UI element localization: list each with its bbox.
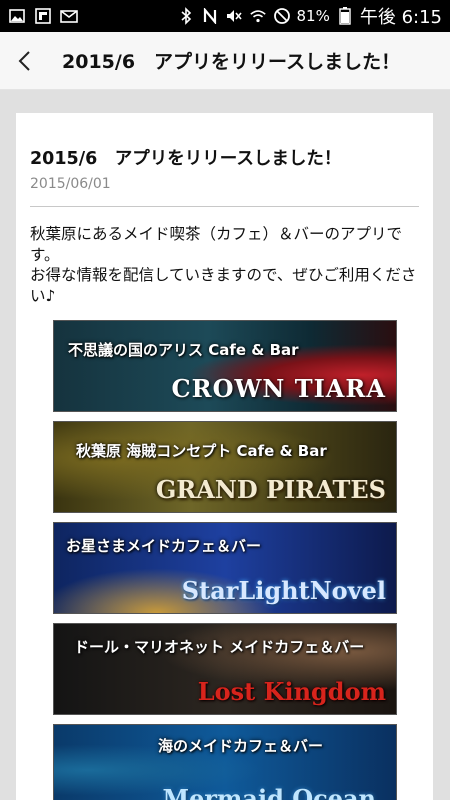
header-title: 2015/6 アプリをリリースしました！ [62, 51, 401, 73]
article-card: 2015/6 アプリをリリースしました！ 2015/06/01 秋葉原にあるメイ… [16, 113, 433, 800]
image-icon [8, 7, 26, 25]
app-header: 2015/6 アプリをリリースしました！ [0, 32, 450, 90]
banner-subtitle: 海のメイドカフェ＆バー [158, 737, 324, 755]
nfc-icon [201, 7, 219, 25]
banner-name: StarLightNovel [181, 576, 386, 605]
banner-name: Lost Kingdom [197, 677, 386, 706]
banner-starlight-novel[interactable]: お星さまメイドカフェ＆バー StarLightNovel [53, 522, 397, 614]
article-body: 秋葉原にあるメイド喫茶（カフェ）＆バーのアプリです。 お得な情報を配信していきま… [30, 224, 422, 306]
status-bar: 81% 午後 6:15 [0, 0, 450, 32]
banner-subtitle: お星さまメイドカフェ＆バー [66, 537, 262, 555]
body-line-2: お得な情報を配信していきますので、ぜひご利用ください♪ [30, 266, 417, 305]
battery-icon [336, 7, 354, 25]
notification-icons [8, 7, 78, 25]
article-title: 2015/6 アプリをリリースしました！ [30, 149, 342, 169]
banner-name: Mermaid Ocean [162, 784, 376, 800]
system-icons: 81% 午後 6:15 [177, 3, 442, 29]
clock: 午後 6:15 [359, 7, 442, 28]
article-date: 2015/06/01 [30, 176, 111, 192]
divider [30, 206, 419, 207]
mail-icon [60, 7, 78, 25]
bluetooth-icon [177, 7, 195, 25]
banner-list: 不思議の国のアリス Cafe & Bar CROWN TIARA 秋葉原 海賊コ… [53, 320, 397, 800]
banner-subtitle: 秋葉原 海賊コンセプト Cafe & Bar [76, 442, 327, 460]
banner-grand-pirates[interactable]: 秋葉原 海賊コンセプト Cafe & Bar GRAND PIRATES [53, 421, 397, 513]
back-button[interactable] [0, 32, 48, 90]
banner-subtitle: 不思議の国のアリス Cafe & Bar [68, 341, 299, 359]
wifi-icon [249, 7, 267, 25]
banner-lost-kingdom[interactable]: ドール・マリオネット メイドカフェ＆バー Lost Kingdom [53, 623, 397, 715]
banner-name: GRAND PIRATES [155, 475, 386, 504]
battery-percent: 81% [296, 7, 330, 25]
banner-name: CROWN TIARA [171, 374, 386, 403]
flipboard-icon [34, 7, 52, 25]
mute-icon [225, 7, 243, 25]
chevron-left-icon [18, 50, 30, 71]
banner-subtitle: ドール・マリオネット メイドカフェ＆バー [74, 638, 365, 656]
banner-crown-tiara[interactable]: 不思議の国のアリス Cafe & Bar CROWN TIARA [53, 320, 397, 412]
body-line-1: 秋葉原にあるメイド喫茶（カフェ）＆バーのアプリです。 [30, 225, 403, 264]
banner-mermaid-ocean[interactable]: 海のメイドカフェ＆バー Mermaid Ocean [53, 724, 397, 800]
do-not-disturb-icon [273, 7, 291, 25]
